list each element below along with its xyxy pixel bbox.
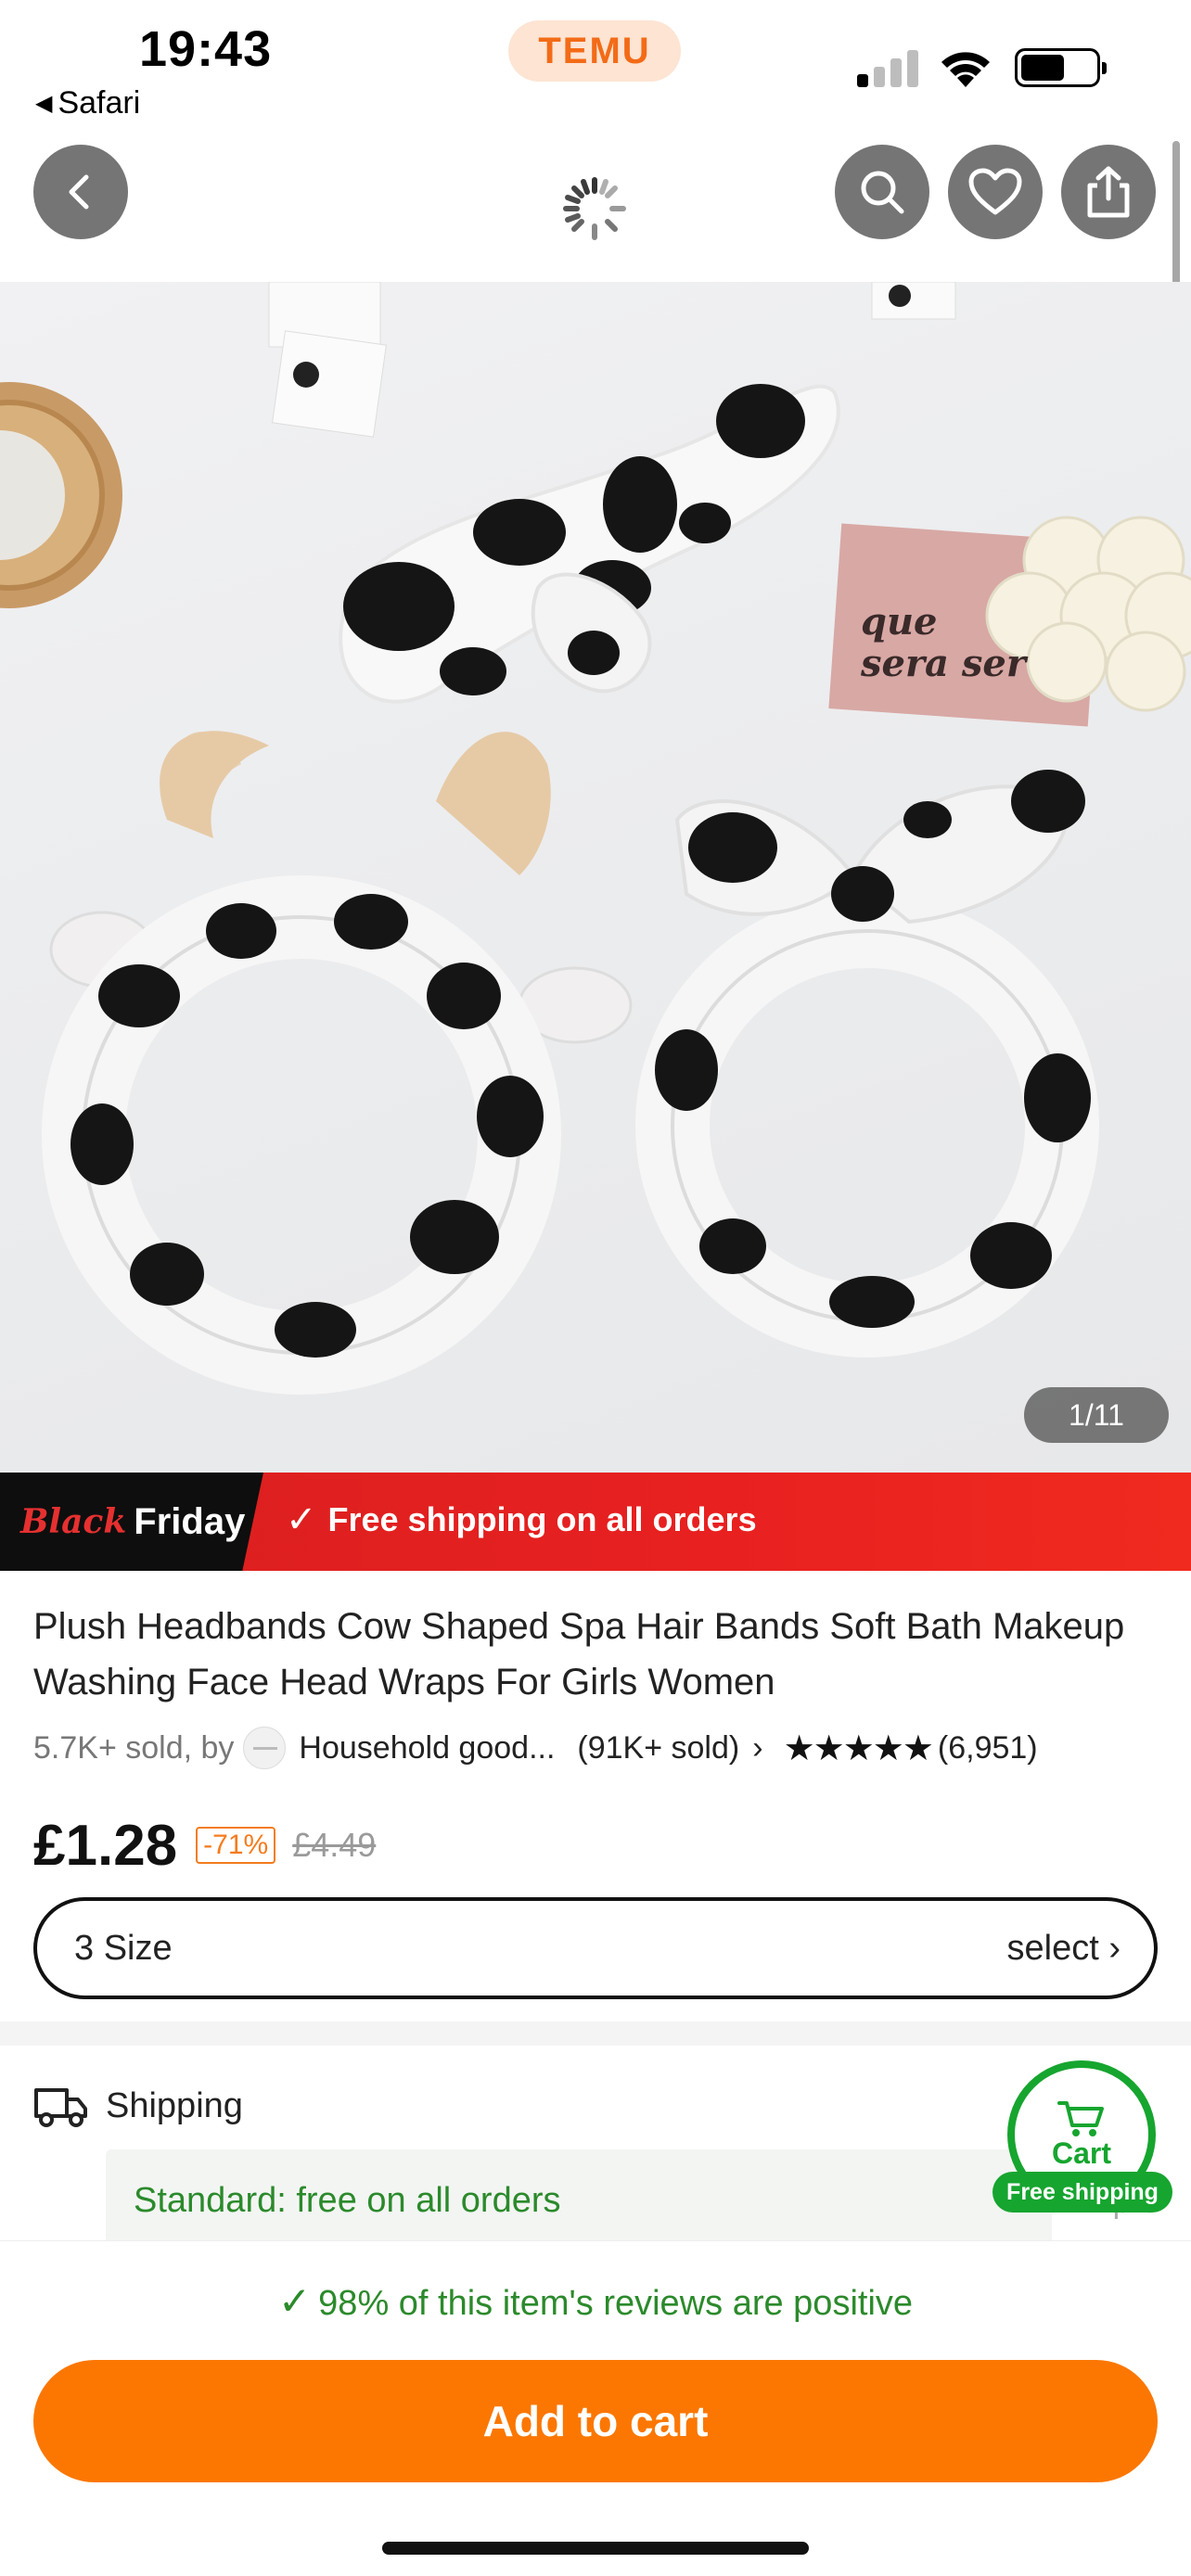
black-friday-logo: Black Friday	[0, 1473, 263, 1571]
check-icon: ✓	[277, 2279, 312, 2323]
add-to-cart-button[interactable]: Add to cart	[33, 2360, 1158, 2482]
status-time: 19:43	[139, 21, 273, 77]
spinner-icon	[563, 177, 626, 240]
share-icon	[1087, 166, 1130, 218]
wishlist-button[interactable]	[948, 145, 1043, 239]
product-meta: 5.7K+ sold, by Household good... (91K+ s…	[33, 1725, 1174, 1771]
chevron-right-icon[interactable]: ›	[752, 1730, 762, 1766]
wifi-icon	[941, 52, 990, 87]
cellular-signal-icon	[857, 48, 920, 87]
battery-icon	[1015, 48, 1107, 87]
back-triangle-icon: ◀	[35, 91, 53, 116]
seller-avatar[interactable]	[243, 1727, 287, 1769]
product-image[interactable]: que sera ser	[0, 282, 1191, 1473]
card-text-line-1: que	[861, 600, 938, 644]
banner-message: ✓ Free shipping on all orders	[286, 1498, 757, 1541]
back-app-label: Safari	[58, 85, 141, 121]
shipping-option-standard[interactable]: Standard: free on all orders	[106, 2149, 1052, 2246]
cart-icon	[1057, 2100, 1104, 2136]
size-selector[interactable]: 3 Size select ›	[33, 1897, 1158, 1999]
search-button[interactable]	[835, 145, 929, 239]
bf-black-text: Black	[20, 1502, 127, 1541]
heart-icon	[968, 168, 1022, 215]
product-photo: que sera ser	[0, 282, 1191, 1395]
chevron-right-icon: ›	[1108, 1928, 1121, 1968]
section-divider	[0, 2021, 1191, 2046]
product-page: 19:43 ◀ Safari TEMU que sera ser 1/11 Bl…	[0, 0, 1191, 2576]
shipping-title: Shipping	[106, 2086, 243, 2125]
product-title: Plush Headbands Cow Shaped Spa Hair Band…	[33, 1606, 1125, 1702]
original-price: £4.49	[292, 1826, 377, 1864]
sold-count: 5.7K+ sold, by	[33, 1729, 235, 1766]
positive-reviews-note: ✓ 98% of this item's reviews are positive	[0, 2278, 1191, 2324]
image-counter: 1/11	[1024, 1387, 1169, 1443]
discount-badge: -71%	[196, 1827, 276, 1864]
shipping-standard-text: Standard: free on all orders	[134, 2181, 561, 2220]
size-select-label: select	[1006, 1928, 1099, 1968]
check-icon: ✓	[286, 1499, 317, 1540]
card-text-line-2: sera ser	[860, 642, 1029, 685]
price-row: £1.28 -71% £4.49	[33, 1808, 376, 1882]
size-label: 3 Size	[74, 1928, 173, 1968]
status-bar: 19:43 ◀ Safari TEMU	[0, 0, 1191, 139]
promo-banner[interactable]: Black Friday ✓ Free shipping on all orde…	[0, 1473, 1191, 1571]
seller-sold-count: (91K+ sold)	[577, 1729, 740, 1766]
free-shipping-badge: Free shipping	[992, 2172, 1172, 2213]
positive-reviews-text: 98% of this item's reviews are positive	[318, 2284, 914, 2323]
review-count[interactable]: (6,951)	[938, 1730, 1038, 1766]
temu-logo: TEMU	[508, 20, 681, 82]
share-button[interactable]	[1061, 145, 1156, 239]
back-to-safari[interactable]: ◀ Safari	[35, 85, 140, 121]
bf-friday-text: Friday	[134, 1500, 246, 1542]
bottom-action-bar: ✓ 98% of this item's reviews are positive…	[0, 2240, 1191, 2576]
search-icon	[861, 171, 904, 214]
truck-icon	[34, 2088, 87, 2127]
current-price: £1.28	[33, 1813, 178, 1878]
chevron-left-icon	[69, 174, 89, 210]
cart-label: Cart	[1051, 2136, 1111, 2170]
banner-text: Free shipping on all orders	[327, 1500, 757, 1538]
rating-stars[interactable]: ★★★★★	[784, 1728, 934, 1769]
home-indicator[interactable]	[382, 2542, 809, 2555]
back-button[interactable]	[33, 145, 128, 239]
seller-name[interactable]: Household good...	[299, 1730, 555, 1766]
size-select-action: select ›	[1007, 1929, 1121, 1969]
